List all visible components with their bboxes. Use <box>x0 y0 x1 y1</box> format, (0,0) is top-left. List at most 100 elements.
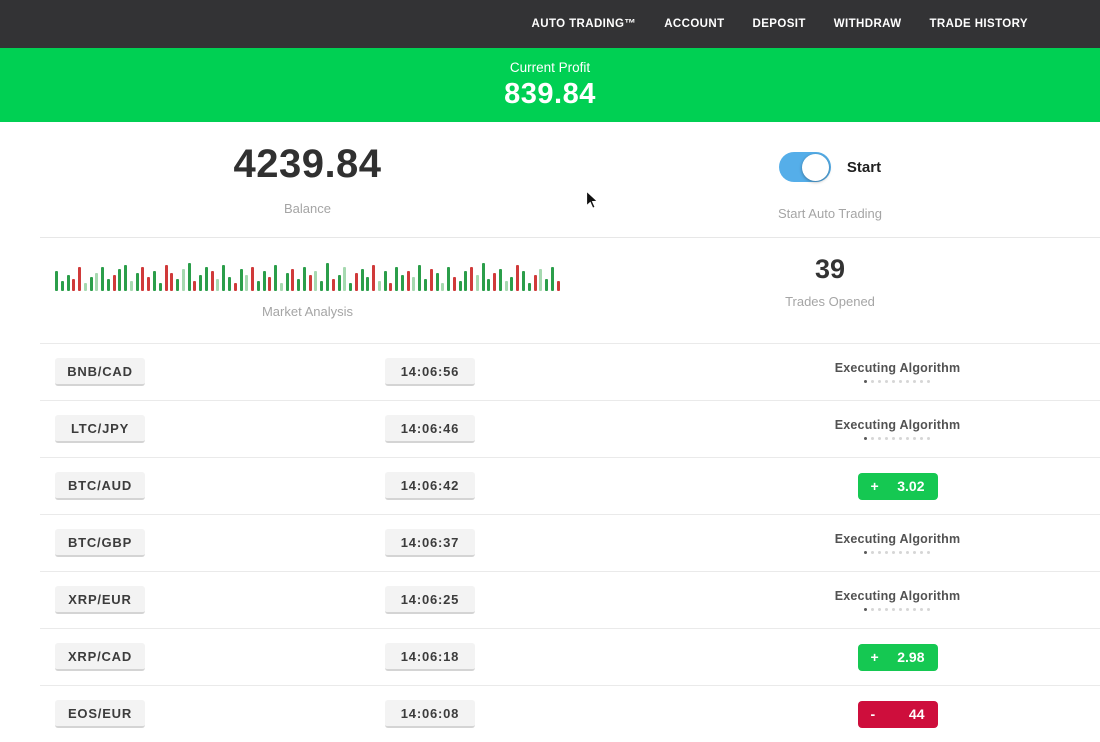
progress-dot <box>920 608 923 611</box>
progress-dot <box>885 551 888 554</box>
result-badge: -44 <box>858 701 938 728</box>
candle-bar <box>257 281 260 291</box>
candle-bar <box>332 279 335 291</box>
candle-bar <box>349 283 352 291</box>
progress-dot <box>906 380 909 383</box>
pair-badge: LTC/JPY <box>55 415 145 443</box>
start-auto-trading-caption: Start Auto Trading <box>778 206 882 221</box>
candle-bar <box>130 281 133 291</box>
candle-bar <box>412 277 415 291</box>
candle-bar <box>222 265 225 291</box>
candle-bar <box>170 273 173 291</box>
auto-trading-block: Start Start Auto Trading <box>615 122 1100 237</box>
candle-bar <box>216 279 219 291</box>
candle-bar <box>124 265 127 291</box>
progress-dot <box>920 380 923 383</box>
candle-bar <box>84 283 87 291</box>
progress-dot <box>892 380 895 383</box>
candle-bar <box>366 277 369 291</box>
candle-bar <box>482 263 485 291</box>
trade-row: BNB/CAD14:06:56Executing Algorithm <box>40 343 1100 400</box>
candle-bar <box>389 283 392 291</box>
status-label: Executing Algorithm <box>835 418 961 432</box>
progress-dot <box>878 608 881 611</box>
executing-status: Executing Algorithm <box>835 361 961 383</box>
candle-bar <box>493 273 496 291</box>
progress-dot <box>871 608 874 611</box>
current-profit-value: 839.84 <box>504 78 596 111</box>
progress-dot <box>871 437 874 440</box>
candle-bar <box>205 267 208 291</box>
progress-dot <box>864 608 867 611</box>
candle-bar <box>245 275 248 291</box>
pair-badge: BTC/AUD <box>55 472 145 500</box>
nav-item-account[interactable]: ACCOUNT <box>664 18 724 30</box>
time-badge: 14:06:18 <box>385 643 475 671</box>
progress-dot <box>899 608 902 611</box>
trade-row: XRP/EUR14:06:25Executing Algorithm <box>40 571 1100 628</box>
nav-item-deposit[interactable]: DEPOSIT <box>753 18 806 30</box>
candle-bar <box>61 281 64 291</box>
trades-count: 39 <box>815 254 845 285</box>
candle-bar <box>338 275 341 291</box>
candle-bar <box>395 267 398 291</box>
progress-dots <box>835 551 961 554</box>
candle-bar <box>343 267 346 291</box>
progress-dot <box>899 437 902 440</box>
progress-dot <box>913 437 916 440</box>
executing-status: Executing Algorithm <box>835 532 961 554</box>
nav-item-withdraw[interactable]: WITHDRAW <box>834 18 902 30</box>
nav-item-auto-trading[interactable]: AUTO TRADING™ <box>532 18 637 30</box>
candle-bar <box>176 279 179 291</box>
candle-bar <box>90 277 93 291</box>
pair-badge: XRP/CAD <box>55 643 145 671</box>
candle-bar <box>199 275 202 291</box>
progress-dot <box>892 608 895 611</box>
result-value: 2.98 <box>897 649 924 665</box>
candle-bar <box>401 275 404 291</box>
progress-dot <box>906 551 909 554</box>
pair-badge: XRP/EUR <box>55 586 145 614</box>
progress-dot <box>927 437 930 440</box>
candle-bar <box>234 283 237 291</box>
candle-bar <box>516 265 519 291</box>
candle-bar <box>459 281 462 291</box>
pair-badge: BNB/CAD <box>55 358 145 386</box>
progress-dot <box>899 551 902 554</box>
candle-bar <box>372 265 375 291</box>
progress-dot <box>906 608 909 611</box>
pair-badge: BTC/GBP <box>55 529 145 557</box>
time-badge: 14:06:08 <box>385 700 475 728</box>
start-label: Start <box>847 159 881 176</box>
candle-bar <box>286 273 289 291</box>
nav-item-trade-history[interactable]: TRADE HISTORY <box>930 18 1029 30</box>
candle-bar <box>118 269 121 291</box>
time-badge: 14:06:42 <box>385 472 475 500</box>
candle-bar <box>470 267 473 291</box>
result-sign: + <box>871 478 879 494</box>
candle-bar <box>309 275 312 291</box>
candle-bar <box>545 279 548 291</box>
result-badge: +3.02 <box>858 473 938 500</box>
trade-row: BTC/GBP14:06:37Executing Algorithm <box>40 514 1100 571</box>
result-sign: + <box>871 649 879 665</box>
status-label: Executing Algorithm <box>835 532 961 546</box>
trade-row: BTC/AUD 14:06:42 +3.02 <box>40 457 1100 514</box>
progress-dot <box>864 380 867 383</box>
progress-dot <box>899 380 902 383</box>
candle-bar <box>141 267 144 291</box>
candle-bar <box>441 283 444 291</box>
progress-dot <box>871 380 874 383</box>
candle-bar <box>101 267 104 291</box>
progress-dot <box>878 551 881 554</box>
candle-bar <box>211 271 214 291</box>
progress-dot <box>885 437 888 440</box>
pair-badge: EOS/EUR <box>55 700 145 728</box>
candle-bar <box>447 267 450 291</box>
candle-bar <box>240 269 243 291</box>
stats-section: 4239.84 Balance Start Start Auto Trading <box>0 122 1100 237</box>
status-label: Executing Algorithm <box>835 361 961 375</box>
candle-bar <box>72 279 75 291</box>
auto-trading-toggle[interactable] <box>779 152 831 182</box>
candle-bar <box>280 283 283 291</box>
